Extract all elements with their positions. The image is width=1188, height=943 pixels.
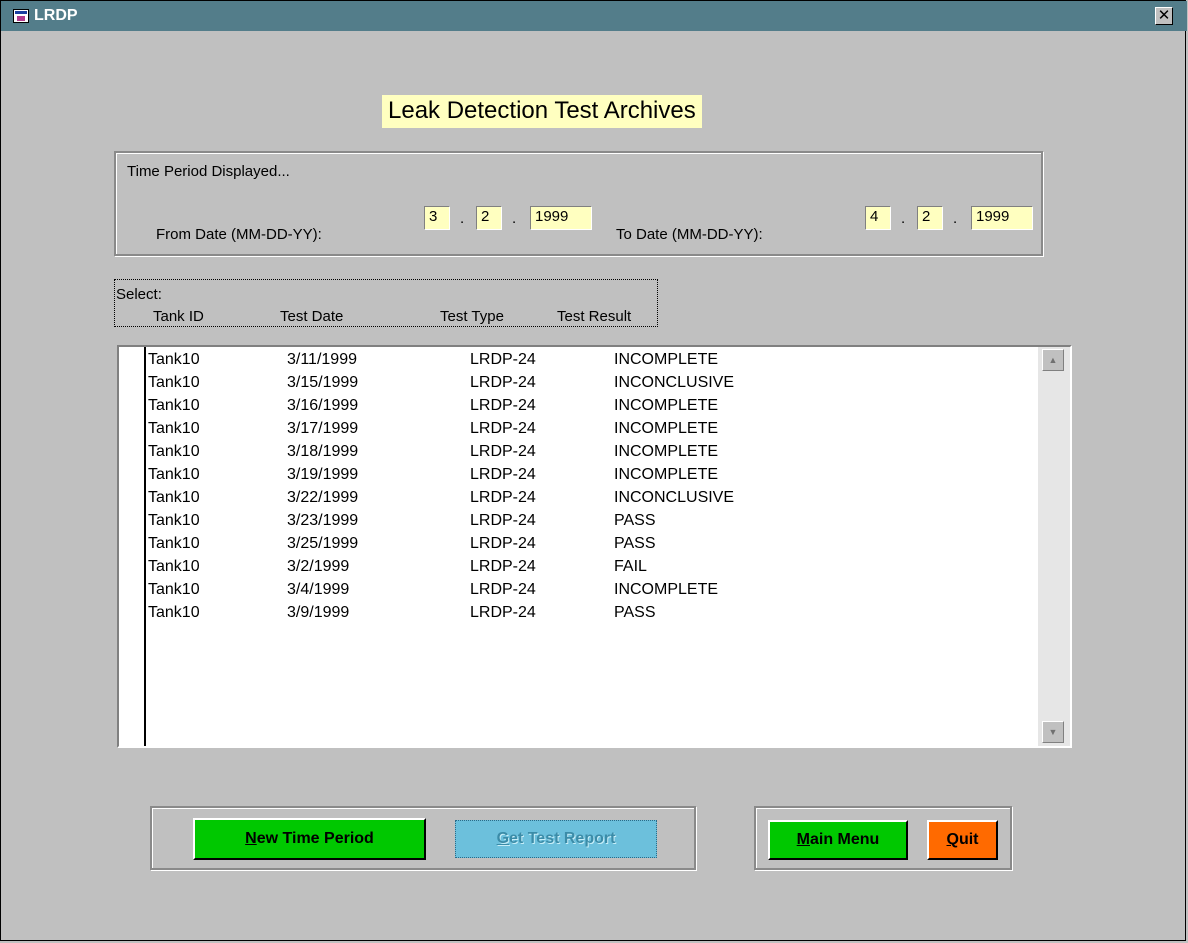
date-separator: .	[460, 210, 465, 227]
tank-id-cell: Tank10	[148, 420, 200, 437]
tank-id-cell: Tank10	[148, 558, 200, 575]
list-divider	[144, 347, 146, 746]
test-date-cell: 3/17/1999	[287, 420, 359, 437]
test-result-cell: PASS	[614, 512, 656, 529]
from-year-field[interactable]: 1999	[530, 206, 592, 230]
main-menu-label: ain Menu	[809, 831, 880, 848]
to-day-field[interactable]: 2	[917, 206, 943, 230]
from-month-field[interactable]: 3	[424, 206, 450, 230]
test-type-cell: LRDP-24	[470, 512, 536, 529]
column-header-test-type: Test Type	[440, 308, 504, 325]
close-button[interactable]: ✕	[1155, 7, 1173, 25]
tank-id-cell: Tank10	[148, 489, 200, 506]
title-bar[interactable]: LRDP ✕	[1, 1, 1187, 31]
test-type-cell: LRDP-24	[470, 604, 536, 621]
test-type-cell: LRDP-24	[470, 443, 536, 460]
window-title: LRDP	[34, 7, 78, 24]
select-label: Select:	[116, 286, 162, 303]
tank-id-cell: Tank10	[148, 512, 200, 529]
test-type-cell: LRDP-24	[470, 351, 536, 368]
test-result-cell: INCOMPLETE	[614, 351, 719, 368]
get-test-report-access-key: G	[496, 830, 510, 847]
get-test-report-label: et Test Report	[509, 830, 616, 847]
tank-id-cell: Tank10	[148, 397, 200, 414]
test-type-cell: LRDP-24	[470, 581, 536, 598]
new-time-period-access-key: N	[245, 830, 257, 847]
column-header-tank-id: Tank ID	[153, 308, 204, 325]
test-result-cell: PASS	[614, 535, 656, 552]
quit-label: uit	[958, 831, 979, 848]
from-day-field[interactable]: 2	[476, 206, 502, 230]
date-separator: .	[953, 210, 958, 227]
test-list[interactable]: Tank10 3/11/1999 LRDP-24 INCOMPLETE Tank10 3/…	[117, 345, 1072, 748]
test-date-cell: 3/23/1999	[287, 512, 359, 529]
test-result-cell: INCONCLUSIVE	[614, 489, 735, 506]
scroll-down-button[interactable]: ▼	[1042, 721, 1064, 743]
main-menu-button[interactable]: Main Menu	[768, 820, 908, 860]
date-separator: .	[512, 210, 517, 227]
test-date-cell: 3/22/1999	[287, 489, 359, 506]
app-icon	[13, 9, 29, 23]
page-title: Leak Detection Test Archives	[382, 95, 702, 128]
get-test-report-button[interactable]: Get Test Report	[455, 820, 657, 858]
test-date-cell: 3/11/1999	[287, 351, 357, 368]
tank-id-cell: Tank10	[148, 535, 200, 552]
tank-id-cell: Tank10	[148, 581, 200, 598]
test-date-cell: 3/18/1999	[287, 443, 359, 460]
tank-id-cell: Tank10	[148, 443, 200, 460]
main-menu-access-key: M	[796, 831, 810, 848]
test-date-cell: 3/19/1999	[287, 466, 359, 483]
tank-id-cell: Tank10	[148, 466, 200, 483]
new-time-period-label: ew Time Period	[256, 830, 374, 847]
quit-access-key: Q	[946, 831, 959, 848]
from-date-label: From Date (MM-DD-YY):	[156, 226, 322, 243]
test-result-cell: PASS	[614, 604, 656, 621]
test-date-cell: 3/16/1999	[287, 397, 359, 414]
test-type-cell: LRDP-24	[470, 374, 536, 391]
test-result-cell: FAIL	[614, 558, 647, 575]
scroll-up-button[interactable]: ▲	[1042, 349, 1064, 371]
new-time-period-button[interactable]: New Time Period	[193, 818, 426, 860]
column-header-test-result: Test Result	[557, 308, 632, 325]
test-result-cell: INCONCLUSIVE	[614, 374, 735, 391]
date-separator: .	[901, 210, 906, 227]
test-type-cell: LRDP-24	[470, 466, 536, 483]
to-month-field[interactable]: 4	[865, 206, 891, 230]
test-date-cell: 3/25/1999	[287, 535, 359, 552]
to-date-label: To Date (MM-DD-YY):	[616, 226, 763, 243]
time-period-heading: Time Period Displayed...	[127, 163, 290, 180]
tank-id-cell: Tank10	[148, 351, 200, 368]
test-type-cell: LRDP-24	[470, 535, 536, 552]
test-type-cell: LRDP-24	[470, 397, 536, 414]
test-result-cell: INCOMPLETE	[614, 443, 719, 460]
test-date-cell: 3/9/1999	[287, 604, 350, 621]
test-result-cell: INCOMPLETE	[614, 581, 719, 598]
tank-id-cell: Tank10	[148, 374, 200, 391]
column-header-test-date: Test Date	[280, 308, 344, 325]
quit-button[interactable]: Quit	[927, 820, 998, 860]
to-year-field[interactable]: 1999	[971, 206, 1033, 230]
test-date-cell: 3/2/1999	[287, 558, 350, 575]
test-type-cell: LRDP-24	[470, 420, 536, 437]
test-result-cell: INCOMPLETE	[614, 397, 719, 414]
test-result-cell: INCOMPLETE	[614, 466, 719, 483]
test-date-cell: 3/4/1999	[287, 581, 350, 598]
test-date-cell: 3/15/1999	[287, 374, 359, 391]
test-type-cell: LRDP-24	[470, 558, 536, 575]
vertical-scrollbar[interactable]: ▲ ▼	[1038, 347, 1070, 746]
tank-id-cell: Tank10	[148, 604, 200, 621]
test-result-cell: INCOMPLETE	[614, 420, 719, 437]
test-type-cell: LRDP-24	[470, 489, 536, 506]
